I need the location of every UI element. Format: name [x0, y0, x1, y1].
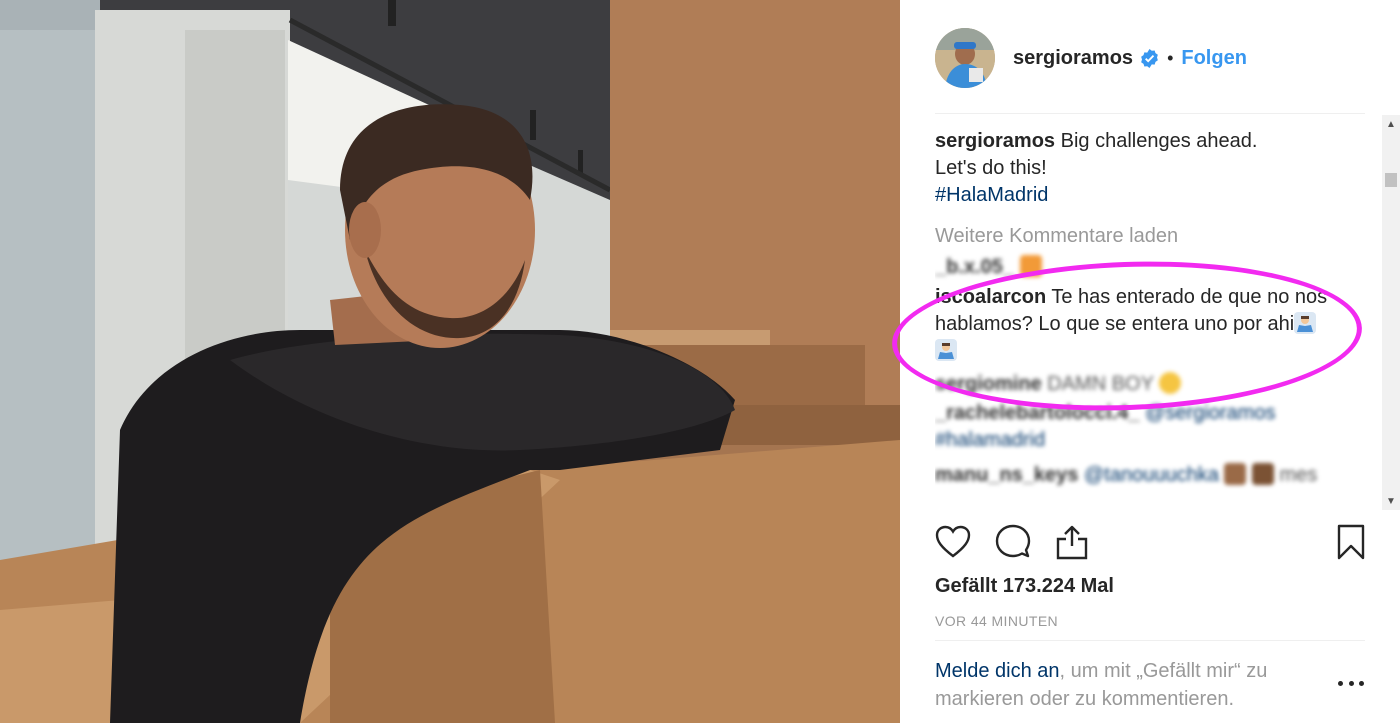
- post-timestamp[interactable]: VOR 44 MINUTEN: [935, 613, 1058, 629]
- avatar-image: [935, 28, 995, 88]
- likes-count[interactable]: Gefällt 173.224 Mal: [935, 575, 1114, 598]
- verified-badge-icon: [1140, 48, 1159, 68]
- instagram-post-view: sergioramos • Folgen sergioramos Big cha…: [0, 0, 1400, 723]
- comment-username[interactable]: _b.x.05_: [935, 256, 1014, 278]
- list-item: _rachelebartolocci.4_ @sergioramos #hala…: [935, 400, 1375, 454]
- heart-icon[interactable]: [933, 522, 973, 562]
- scrollbar-thumb[interactable]: [1385, 173, 1397, 187]
- shrug-emoji-icon: [935, 339, 957, 361]
- list-item: manu_ns_keys @tanouuuchka mes: [935, 462, 1375, 489]
- login-prompt: Melde dich an, um mit „Gefällt mir“ zu m…: [935, 657, 1305, 713]
- comment-username[interactable]: _rachelebartolocci.4_: [935, 402, 1140, 424]
- post-photo[interactable]: [0, 0, 900, 723]
- post-sidebar: sergioramos • Folgen sergioramos Big cha…: [900, 0, 1400, 723]
- emoji-icon: [1224, 463, 1247, 485]
- bookmark-icon[interactable]: [1331, 522, 1371, 562]
- caption-hashtag-link[interactable]: #HalaMadrid: [935, 182, 1375, 209]
- post-actions: [935, 522, 1365, 562]
- list-item: _b.x.05_: [935, 254, 1375, 278]
- load-more-comments-button[interactable]: Weitere Kommentare laden: [935, 223, 1375, 250]
- share-icon[interactable]: [1052, 522, 1092, 562]
- comment-username[interactable]: sergiomine: [935, 373, 1042, 395]
- fire-emoji-icon: [1019, 255, 1042, 277]
- comment-username[interactable]: manu_ns_keys: [935, 464, 1078, 486]
- avatar[interactable]: [935, 28, 995, 88]
- caption-text-line1: Big challenges ahead.: [1060, 130, 1258, 152]
- post-author-username[interactable]: sergioramos: [1013, 47, 1133, 70]
- list-item: sergiomine DAMN BOY: [935, 371, 1375, 398]
- comments-scrollbar[interactable]: ▲ ▼: [1382, 115, 1400, 510]
- shrug-emoji-icon: [1294, 312, 1317, 334]
- comment-hashtag-link[interactable]: #halamadrid: [935, 429, 1045, 451]
- comments-list: sergioramos Big challenges ahead. Let's …: [935, 128, 1375, 513]
- comment-icon[interactable]: [993, 522, 1033, 562]
- more-options-icon[interactable]: [1338, 676, 1364, 690]
- comment-username[interactable]: iscoalarcon: [935, 286, 1046, 308]
- divider: [935, 640, 1365, 641]
- comment-mention-link[interactable]: @sergioramos: [1145, 402, 1275, 424]
- emoji-icon: [1251, 463, 1274, 485]
- smile-emoji-icon: [1159, 372, 1182, 394]
- post-caption: sergioramos Big challenges ahead. Let's …: [935, 128, 1375, 209]
- login-link[interactable]: Melde dich an: [935, 660, 1060, 682]
- follow-button[interactable]: Folgen: [1181, 47, 1247, 70]
- post-header: sergioramos • Folgen: [935, 28, 1247, 88]
- comment-text: mes: [1279, 464, 1318, 486]
- separator-dot: •: [1167, 47, 1174, 68]
- divider: [935, 113, 1365, 114]
- comment-mention-link[interactable]: @tanouuuchka: [1084, 464, 1219, 486]
- scroll-up-arrow-icon[interactable]: ▲: [1382, 115, 1400, 133]
- caption-text-line2: Let's do this!: [935, 157, 1047, 179]
- post-photo-illustration: [0, 0, 900, 723]
- scroll-down-arrow-icon[interactable]: ▼: [1382, 492, 1400, 510]
- caption-username[interactable]: sergioramos: [935, 130, 1055, 152]
- list-item: iscoalarcon Te has enterado de que no no…: [935, 284, 1375, 365]
- comment-text: DAMN BOY: [1047, 373, 1154, 395]
